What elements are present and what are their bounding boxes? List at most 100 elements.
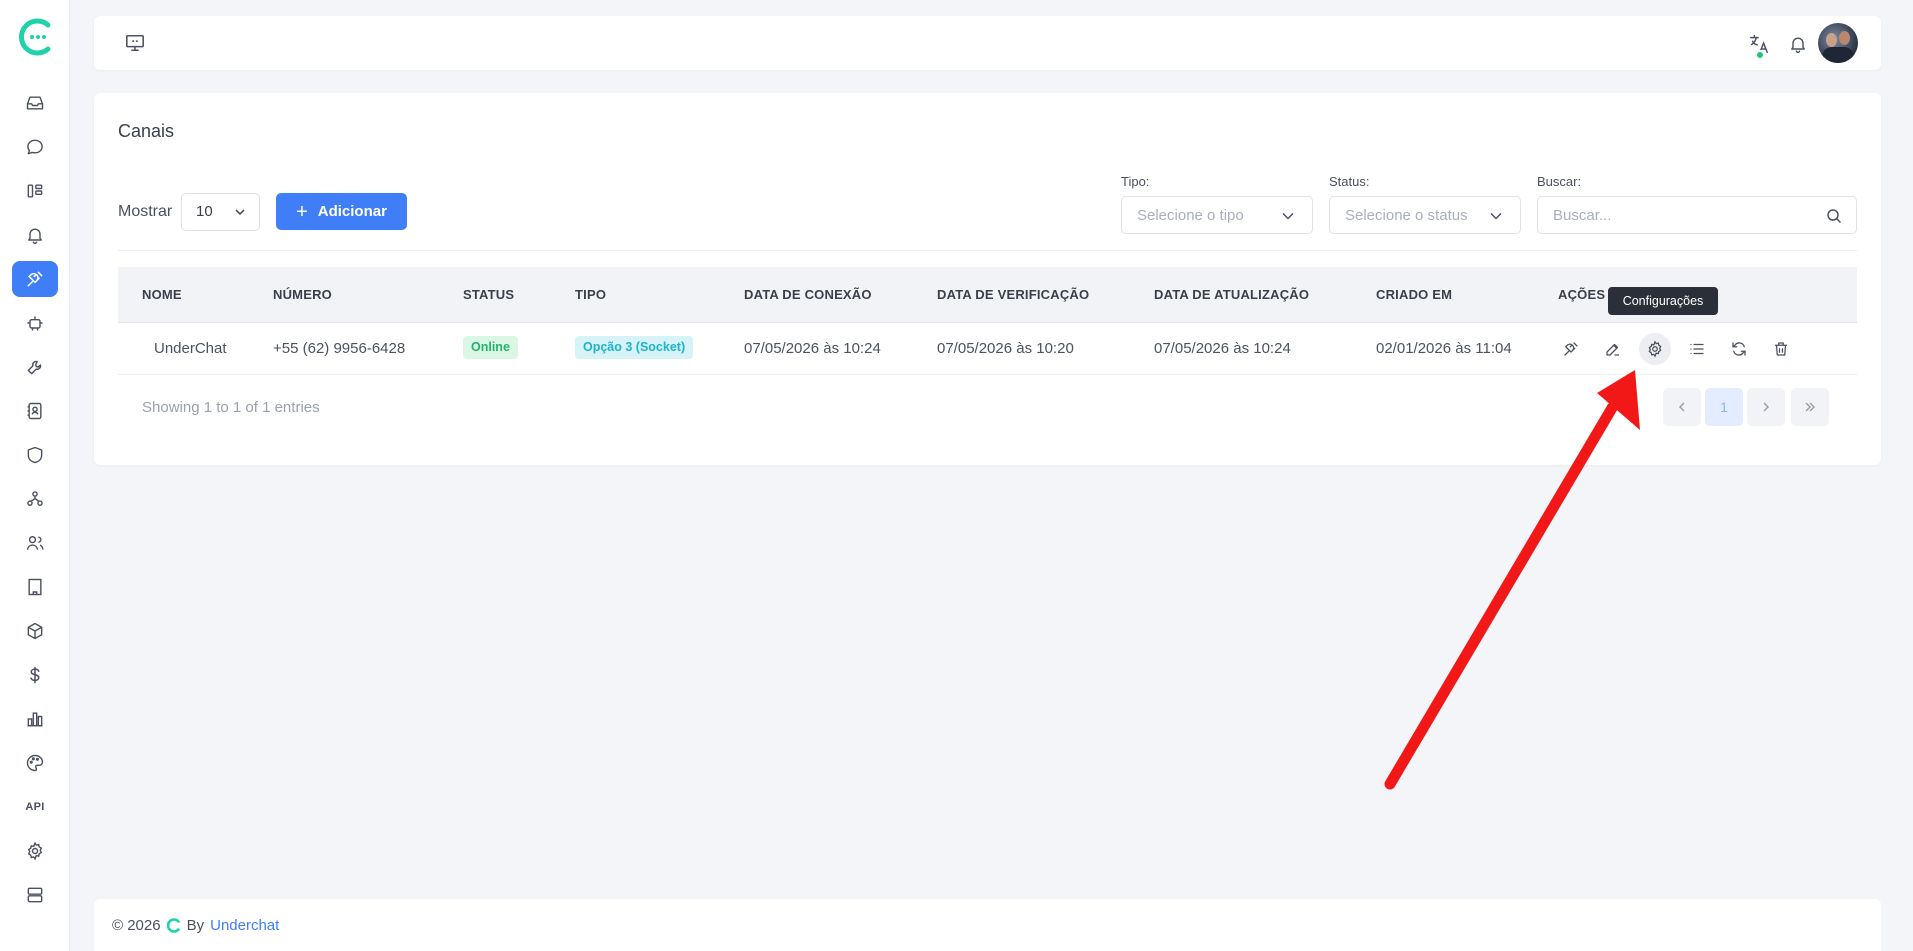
type-filter-select[interactable]: Selecione o tipo <box>1121 196 1313 234</box>
column-header[interactable]: TIPO <box>575 287 606 302</box>
gear-icon <box>27 841 43 861</box>
updated-at: 07/05/2026 às 10:24 <box>1154 340 1291 357</box>
sidebar-item-theme[interactable] <box>12 745 58 781</box>
show-entries-label: Mostrar <box>118 203 173 220</box>
box-icon <box>27 622 43 640</box>
pagination-info: Showing 1 to 1 of 1 entries <box>142 399 320 416</box>
status-filter-placeholder: Selecione o status <box>1345 207 1468 224</box>
trash-icon <box>1775 342 1787 356</box>
server-icon <box>27 887 43 903</box>
settings-action-button[interactable] <box>1639 333 1671 365</box>
connect-action-button[interactable] <box>1555 333 1587 365</box>
wrench-icon <box>27 360 42 375</box>
bell-icon <box>28 228 42 244</box>
details-action-button[interactable] <box>1681 333 1713 365</box>
sidebar-item-tools[interactable] <box>12 349 58 385</box>
type-filter-label: Tipo: <box>1121 174 1150 189</box>
created-at: 02/01/2026 às 11:04 <box>1376 340 1512 357</box>
building-icon <box>28 578 42 596</box>
notification-bell-icon[interactable] <box>1788 33 1808 55</box>
search-icon <box>1827 209 1842 224</box>
refresh-action-button[interactable] <box>1723 333 1755 365</box>
sidebar-item-notifications[interactable] <box>12 217 58 253</box>
chevron-down-icon <box>235 209 245 216</box>
edit-action-button[interactable] <box>1597 333 1629 365</box>
sidebar-item-channels[interactable] <box>12 261 58 297</box>
plus-icon: + <box>296 200 308 223</box>
entries-per-page-select[interactable]: 10 <box>181 193 260 231</box>
sidebar: API <box>0 0 70 951</box>
top-header <box>94 16 1881 70</box>
contacts-book-icon <box>27 402 42 420</box>
underchat-link[interactable]: Underchat <box>210 917 279 934</box>
table-header: NOME NÚMERO STATUS TIPO DATA DE CONEXÃO … <box>118 267 1857 323</box>
sidebar-item-reports[interactable] <box>12 701 58 737</box>
sidebar-item-security[interactable] <box>12 437 58 473</box>
sidebar-item-users[interactable] <box>12 525 58 561</box>
sidebar-item-api[interactable]: API <box>12 789 58 825</box>
page-1-button[interactable]: 1 <box>1705 388 1743 426</box>
avatar[interactable] <box>1818 23 1858 63</box>
sidebar-item-hierarchy[interactable] <box>12 481 58 517</box>
chat-icon <box>27 139 43 155</box>
page-title: Canais <box>118 121 175 141</box>
footer-text: © 2026 By Underchat <box>112 917 279 934</box>
sidebar-item-bots[interactable] <box>12 305 58 341</box>
users-icon <box>26 536 44 550</box>
column-header[interactable]: CRIADO EM <box>1376 287 1452 302</box>
table-row: UnderChat +55 (62) 9956-6428 Online Opçã… <box>118 323 1857 375</box>
brand-logo-icon <box>166 918 180 933</box>
sidebar-item-settings[interactable] <box>12 833 58 869</box>
type-badge: Opção 3 (Socket) <box>575 336 694 359</box>
monitor-icon[interactable] <box>124 33 146 53</box>
copyright: © 2026 <box>112 917 161 934</box>
hierarchy-icon <box>27 491 43 506</box>
sidebar-item-contacts[interactable] <box>12 393 58 429</box>
footer: © 2026 By Underchat <box>94 899 1881 951</box>
column-header[interactable]: NOME <box>142 287 182 302</box>
verified-at: 07/05/2026 às 10:20 <box>937 340 1074 357</box>
channel-number: +55 (62) 9956-6428 <box>273 340 406 357</box>
app-logo[interactable] <box>17 17 55 57</box>
column-header[interactable]: NÚMERO <box>273 287 332 302</box>
connected-at: 07/05/2026 às 10:24 <box>744 340 881 357</box>
sidebar-item-servers[interactable] <box>12 877 58 913</box>
entries-per-page-value: 10 <box>196 203 213 220</box>
chevrons-right-icon <box>1805 402 1816 412</box>
chevron-down-icon <box>1282 212 1294 220</box>
sidebar-item-chat[interactable] <box>12 129 58 165</box>
chevron-down-icon <box>1490 212 1502 220</box>
channels-card: Canais Mostrar 10 + Adicionar Tipo: Sele… <box>94 93 1881 465</box>
sidebar-item-inbox[interactable] <box>12 85 58 121</box>
sidebar-item-finance[interactable] <box>12 657 58 693</box>
column-header[interactable]: STATUS <box>463 287 514 302</box>
search-label: Buscar: <box>1537 174 1582 189</box>
search-input[interactable]: Buscar... <box>1537 196 1857 234</box>
chevron-right-icon <box>1763 402 1770 412</box>
settings-tooltip: Configurações <box>1608 287 1718 315</box>
prev-page-button[interactable] <box>1663 388 1701 426</box>
list-icon <box>1690 343 1704 355</box>
sidebar-item-kanban[interactable] <box>12 173 58 209</box>
sidebar-item-products[interactable] <box>12 613 58 649</box>
column-header[interactable]: DATA DE ATUALIZAÇÃO <box>1154 287 1309 302</box>
palette-icon <box>26 754 44 772</box>
add-channel-button[interactable]: + Adicionar <box>276 193 407 230</box>
type-filter-placeholder: Selecione o tipo <box>1137 207 1244 224</box>
delete-action-button[interactable] <box>1765 333 1797 365</box>
last-page-button[interactable] <box>1791 388 1829 426</box>
dollar-icon <box>30 666 40 684</box>
plug-icon <box>27 271 43 287</box>
search-placeholder: Buscar... <box>1553 207 1612 224</box>
kanban-icon <box>27 184 43 198</box>
divider <box>118 250 1857 251</box>
refresh-icon <box>1732 342 1746 356</box>
gear-icon <box>1648 340 1662 358</box>
sidebar-item-companies[interactable] <box>12 569 58 605</box>
robot-icon <box>27 316 43 331</box>
column-header[interactable]: DATA DE CONEXÃO <box>744 287 872 302</box>
status-filter-select[interactable]: Selecione o status <box>1329 196 1521 234</box>
column-header[interactable]: DATA DE VERIFICAÇÃO <box>937 287 1089 302</box>
next-page-button[interactable] <box>1747 388 1785 426</box>
footer-by: By <box>186 917 205 934</box>
